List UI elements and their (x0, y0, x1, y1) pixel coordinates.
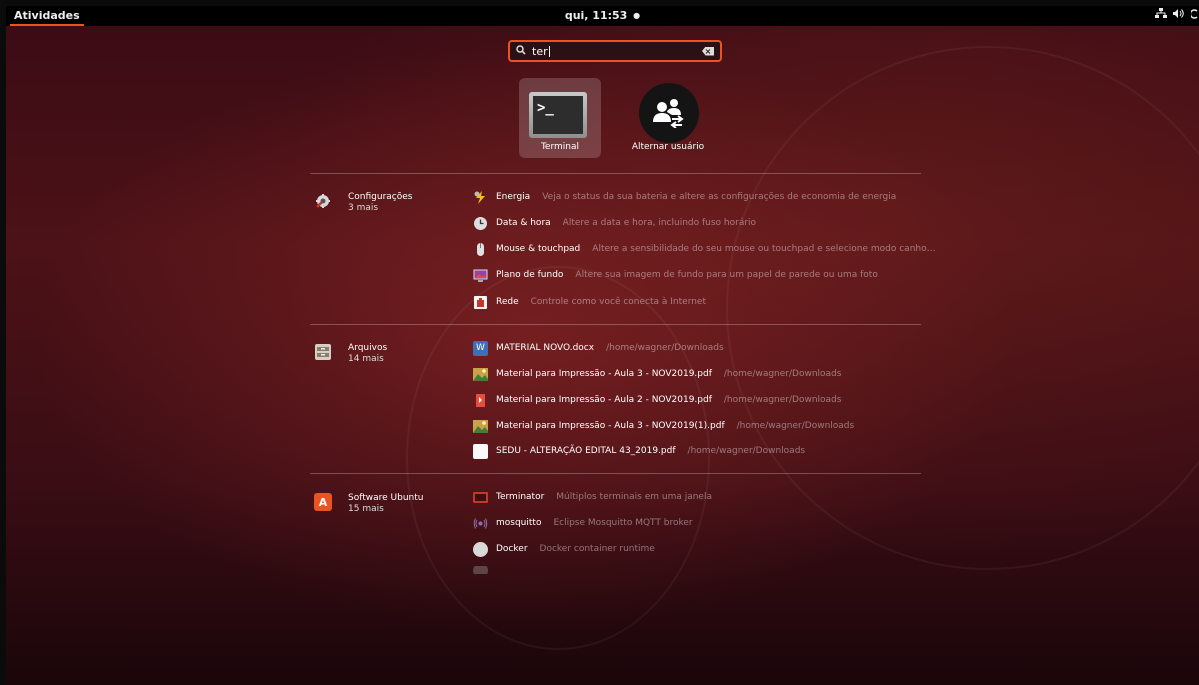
clock[interactable]: qui, 11:53 ● (6, 6, 1199, 26)
section-divider (310, 324, 921, 325)
app-label-terminal: Terminal (540, 142, 580, 152)
volume-icon[interactable] (1173, 6, 1185, 26)
result-file[interactable]: SEDU - ALTERAÇÃO EDITAL 43_2019.pdf /hom… (473, 443, 805, 459)
provider-name: Arquivos (348, 343, 388, 353)
power-icon (473, 190, 488, 205)
result-file[interactable]: Material para Impressão - Aula 3 - NOV20… (473, 418, 854, 434)
result-title: Mouse & touchpad (496, 244, 581, 254)
result-file[interactable]: W MATERIAL NOVO.docx /home/wagner/Downlo… (473, 340, 724, 356)
result-mouse-touchpad[interactable]: Mouse & touchpad Altere a sensibilidade … (473, 241, 936, 257)
result-description: Múltiplos terminais em uma janela (556, 492, 712, 502)
settings-icon (314, 192, 332, 210)
search-entry[interactable]: ter × (508, 40, 722, 62)
network-icon (473, 295, 488, 310)
result-partially-hidden (473, 566, 496, 574)
result-docker[interactable]: Docker Docker container runtime (473, 541, 655, 557)
result-rede[interactable]: Rede Controle como você conecta à Intern… (473, 294, 706, 310)
result-plano-de-fundo[interactable]: Plano de fundo Altere sua imagem de fund… (473, 267, 878, 283)
app-label-switch-user: Alternar usuário (631, 142, 705, 152)
result-title: Data & hora (496, 218, 551, 228)
result-file[interactable]: Material para Impressão - Aula 2 - NOV20… (473, 392, 841, 408)
result-description: Altere sua imagem de fundo para um papel… (575, 270, 878, 280)
wallpaper-icon (473, 268, 488, 283)
section-divider (310, 173, 921, 174)
app-result-switch-user[interactable]: Alternar usuário (627, 78, 709, 158)
result-title: Material para Impressão - Aula 3 - NOV20… (496, 369, 712, 379)
wallpaper-decoration (726, 46, 1199, 570)
power-menu-icon[interactable] (1189, 6, 1199, 26)
pdf-image-icon (473, 367, 488, 382)
clock-icon (473, 216, 488, 231)
result-title: Energia (496, 192, 531, 202)
system-tray[interactable] (1155, 6, 1199, 26)
search-value: ter (532, 44, 548, 58)
result-description: /home/wagner/Downloads (736, 421, 855, 431)
terminal-icon: >_ (529, 92, 587, 138)
search-input[interactable]: ter (532, 45, 702, 58)
result-description: Eclipse Mosquitto MQTT broker (553, 518, 693, 528)
search-icon (516, 44, 526, 58)
result-terminator[interactable]: Terminator Múltiplos terminais em uma ja… (473, 489, 712, 505)
provider-more-count: 3 mais (348, 203, 379, 213)
app-result-terminal[interactable]: >_ Terminal (519, 78, 601, 158)
backspace-icon[interactable]: × (702, 46, 714, 56)
network-icon[interactable] (1155, 6, 1167, 26)
top-panel: Atividades qui, 11:53 ● (6, 6, 1199, 26)
result-title: Plano de fundo (496, 270, 564, 280)
word-document-icon: W (473, 340, 488, 356)
switch-user-icon (639, 83, 699, 143)
ubuntu-software-icon: A (314, 493, 332, 511)
provider-software[interactable]: A Software Ubuntu 15 mais (314, 493, 423, 515)
mosquitto-icon (473, 516, 488, 531)
terminal-prompt: >_ (533, 96, 583, 134)
result-description: /home/wagner/Downloads (723, 395, 842, 405)
result-mosquitto[interactable]: mosquitto Eclipse Mosquitto MQTT broker (473, 515, 693, 531)
result-title: Material para Impressão - Aula 3 - NOV20… (496, 421, 725, 431)
result-file[interactable]: Material para Impressão - Aula 3 - NOV20… (473, 366, 841, 382)
result-description: Veja o status da sua bateria e altere as… (542, 192, 897, 202)
result-title: SEDU - ALTERAÇÃO EDITAL 43_2019.pdf (496, 446, 676, 456)
provider-more-count: 15 mais (348, 504, 384, 514)
result-description: /home/wagner/Downloads (687, 446, 806, 456)
docker-icon (473, 541, 488, 557)
text-cursor (548, 46, 550, 57)
provider-name: Software Ubuntu (348, 493, 424, 503)
result-title: Material para Impressão - Aula 2 - NOV20… (496, 395, 712, 405)
provider-files[interactable]: Arquivos 14 mais (314, 343, 387, 365)
section-divider (310, 473, 921, 474)
provider-more-count: 14 mais (348, 354, 384, 364)
result-energia[interactable]: Energia Veja o status da sua bateria e a… (473, 189, 896, 205)
result-data-hora[interactable]: Data & hora Altere a data e hora, inclui… (473, 215, 756, 231)
pdf-icon (473, 393, 488, 408)
app-icon (473, 566, 488, 574)
mouse-icon (473, 242, 488, 257)
provider-settings[interactable]: Configurações 3 mais (314, 192, 412, 214)
result-title: MATERIAL NOVO.docx (496, 343, 595, 353)
blank-document-icon (473, 443, 488, 459)
clock-label: qui, 11:53 (564, 9, 628, 22)
result-title: Terminator (496, 492, 545, 502)
result-description: Controle como você conecta à Internet (530, 297, 706, 307)
result-description: /home/wagner/Downloads (606, 343, 724, 353)
result-description: /home/wagner/Downloads (723, 369, 842, 379)
terminator-icon (473, 490, 488, 505)
result-title: mosquitto (496, 518, 542, 528)
notification-dot-icon: ● (633, 11, 641, 20)
pdf-image-icon (473, 419, 488, 434)
result-description: Altere a sensibilidade do seu mouse ou t… (592, 244, 936, 254)
result-description: Docker container runtime (539, 544, 655, 554)
result-title: Rede (496, 297, 519, 307)
result-description: Altere a data e hora, incluindo fuso hor… (562, 218, 757, 228)
result-title: Docker (496, 544, 528, 554)
file-cabinet-icon (314, 343, 332, 361)
provider-name: Configurações (348, 192, 413, 202)
